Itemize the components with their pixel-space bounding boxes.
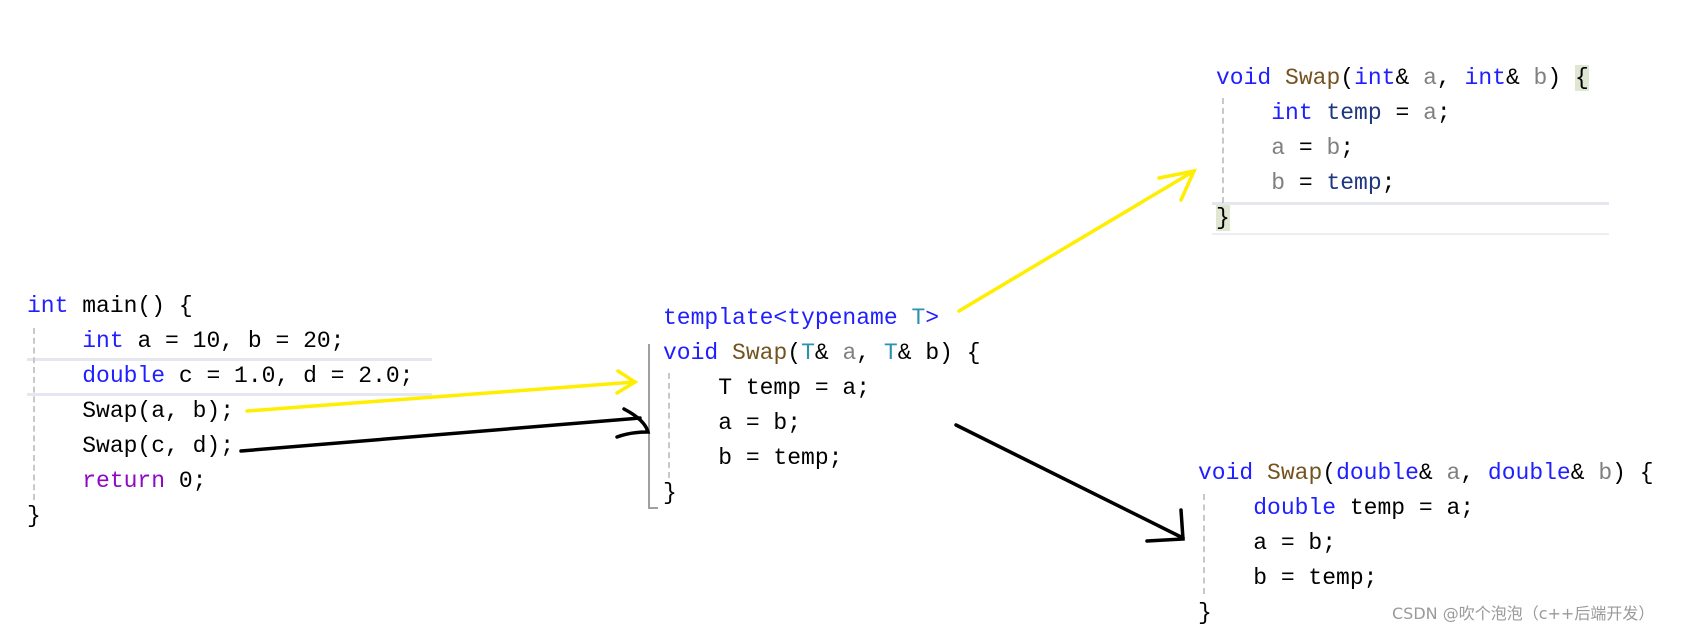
black-arrow-to-template	[239, 407, 651, 453]
yellow-arrow-to-template	[245, 369, 639, 413]
yellow-arrow-to-int-swap	[957, 168, 1197, 313]
black-arrow-to-double-swap	[954, 423, 1185, 543]
annotation-arrows	[239, 168, 1197, 543]
